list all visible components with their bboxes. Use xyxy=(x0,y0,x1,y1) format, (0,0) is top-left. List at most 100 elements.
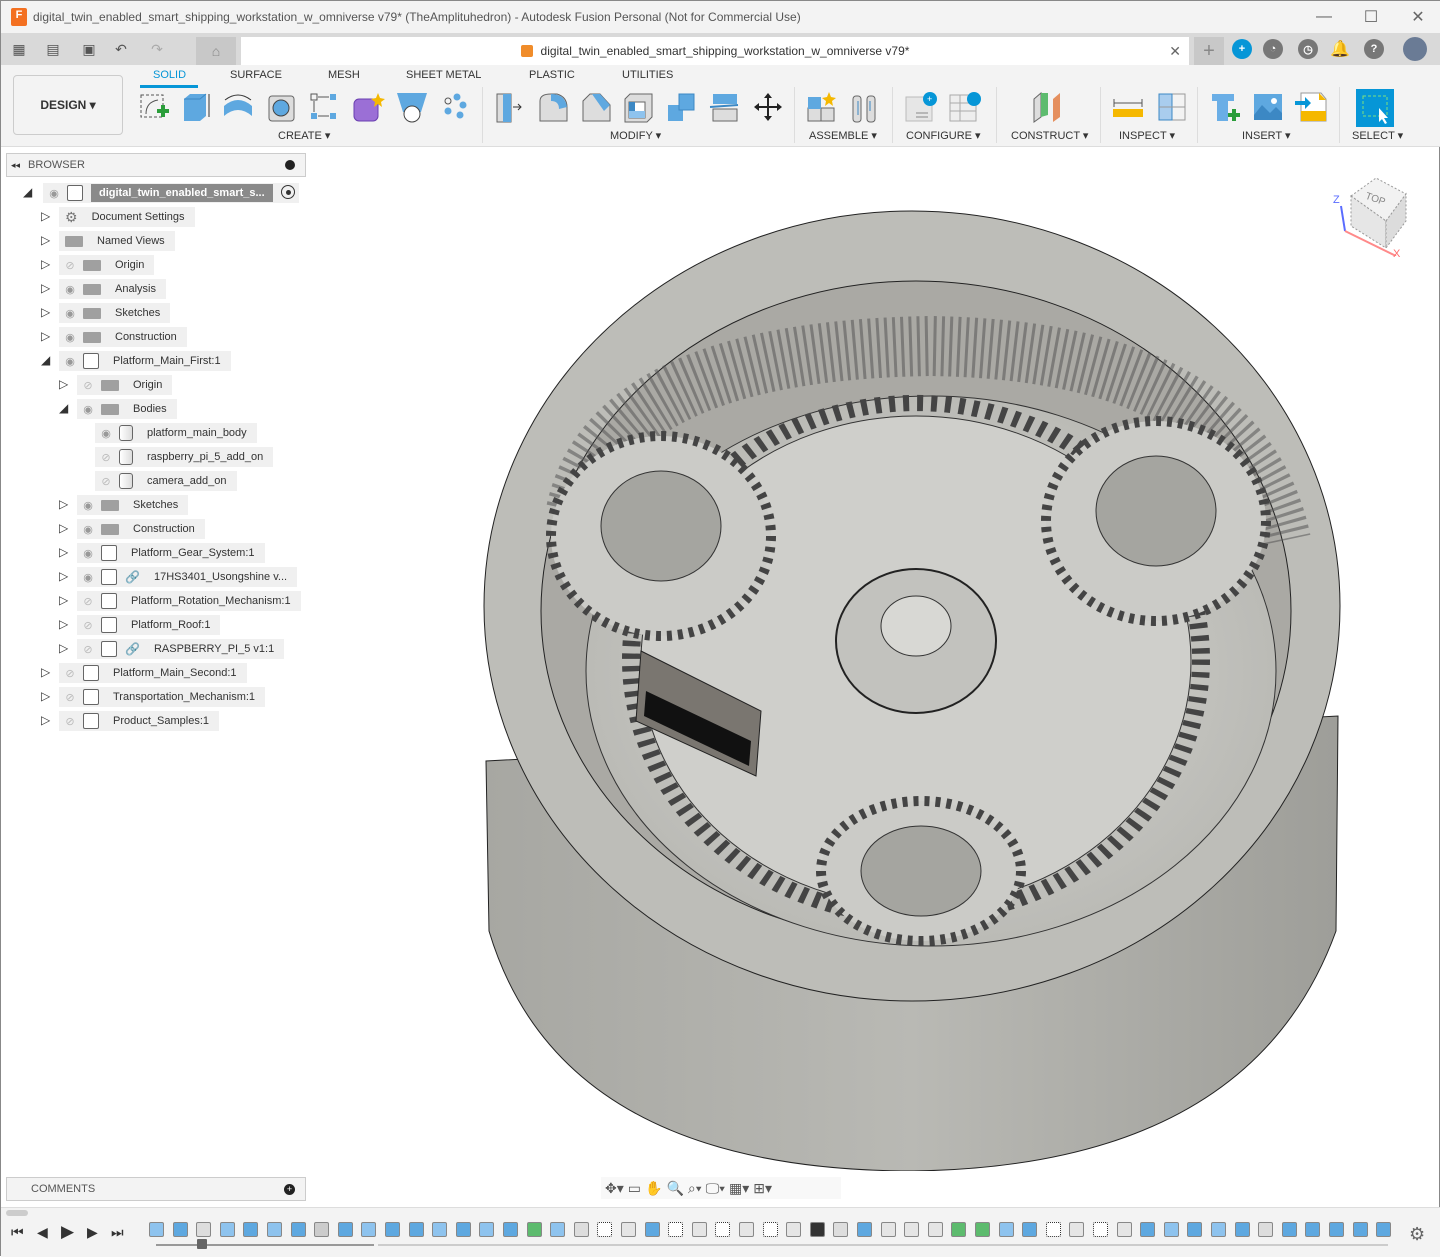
save-icon[interactable]: ▣ xyxy=(77,37,101,61)
timeline-marker[interactable] xyxy=(197,1239,207,1249)
chamfer-icon[interactable] xyxy=(579,89,613,125)
job-status-clock-icon[interactable]: ◷ xyxy=(1298,39,1318,59)
timeline-feature-group-icon[interactable] xyxy=(762,1222,778,1237)
create-sketch-icon[interactable] xyxy=(137,89,171,125)
look-at-icon[interactable]: ▭ xyxy=(628,1180,641,1197)
timeline-feature-plane-flag-icon[interactable] xyxy=(385,1222,400,1237)
joint-icon[interactable] xyxy=(847,89,881,125)
shell-icon[interactable] xyxy=(621,89,655,125)
visibility-eye-icon[interactable]: ◉ xyxy=(81,546,95,560)
expand-triangle-icon[interactable]: ▷ xyxy=(59,569,68,583)
expand-triangle-icon[interactable]: ▷ xyxy=(41,713,50,727)
combine-icon[interactable] xyxy=(664,89,698,125)
collapse-triangle-icon[interactable]: ◢ xyxy=(23,185,32,199)
display-settings-icon[interactable]: 🖵▾ xyxy=(706,1180,725,1197)
undo-icon[interactable]: ↶ xyxy=(109,37,133,61)
timeline-feature-extrude-icon[interactable] xyxy=(1305,1222,1321,1237)
browser-collapse-icon[interactable]: ◂◂ xyxy=(11,160,20,171)
pan-hand-icon[interactable]: ✋ xyxy=(645,1180,662,1197)
hidden-eye-icon[interactable]: ⊘ xyxy=(63,258,77,272)
hidden-eye-icon[interactable]: ⊘ xyxy=(63,714,77,728)
visibility-eye-icon[interactable]: ◉ xyxy=(63,330,77,344)
expand-triangle-icon[interactable]: ▷ xyxy=(41,233,50,247)
visibility-eye-icon[interactable]: ◉ xyxy=(63,354,77,368)
online-status-icon[interactable]: ◔ xyxy=(1263,39,1283,59)
expand-triangle-icon[interactable]: ▷ xyxy=(59,521,68,535)
insert-menu[interactable]: INSERT ▾ xyxy=(1242,129,1291,142)
configure-icon[interactable]: + xyxy=(904,89,938,125)
configuration-table-icon[interactable] xyxy=(948,89,982,125)
rectangular-pattern-icon[interactable] xyxy=(307,89,341,125)
collapse-triangle-icon[interactable]: ◢ xyxy=(41,353,50,367)
tab-plastic[interactable]: PLASTIC xyxy=(529,69,575,81)
expand-triangle-icon[interactable]: ▷ xyxy=(59,377,68,391)
timeline-feature-sketch-icon[interactable] xyxy=(1211,1222,1226,1237)
timeline-feature-comp-icon[interactable] xyxy=(1116,1222,1132,1237)
fit-icon[interactable]: ⌕▾ xyxy=(688,1180,702,1197)
hidden-eye-icon[interactable]: ⊘ xyxy=(63,690,77,704)
assemble-menu[interactable]: ASSEMBLE ▾ xyxy=(809,129,877,142)
expand-triangle-icon[interactable]: ▷ xyxy=(41,257,50,271)
go-to-end-icon[interactable]: ⏭ xyxy=(111,1224,124,1241)
timeline-feature-group-icon[interactable] xyxy=(597,1222,613,1237)
timeline-feature-pattern-icon[interactable] xyxy=(337,1222,353,1237)
select-icon[interactable] xyxy=(1356,89,1394,127)
tab-sheet-metal[interactable]: SHEET METAL xyxy=(406,69,481,81)
timeline-feature-extrude-icon[interactable] xyxy=(1329,1222,1344,1237)
tab-close-icon[interactable]: ✕ xyxy=(1169,43,1181,60)
hidden-eye-icon[interactable]: ⊘ xyxy=(63,666,77,680)
data-panel-grid-icon[interactable]: ▦ xyxy=(7,37,31,61)
measure-icon[interactable] xyxy=(1111,89,1145,125)
press-pull-icon[interactable] xyxy=(493,89,527,125)
timeline-feature-extrude-icon[interactable] xyxy=(1187,1222,1203,1237)
add-comment-icon[interactable]: + xyxy=(284,1183,295,1195)
orbit-icon[interactable]: ✥▾ xyxy=(605,1180,624,1197)
model-viewport[interactable] xyxy=(311,151,1440,1171)
timeline-feature-extrude-icon[interactable] xyxy=(243,1222,259,1237)
split-body-icon[interactable] xyxy=(707,89,741,125)
timeline-feature-comp-icon[interactable] xyxy=(927,1222,943,1237)
timeline-feature-form-icon[interactable] xyxy=(833,1222,849,1237)
timeline-feature-offset-icon[interactable] xyxy=(526,1222,542,1237)
timeline-feature-sketch-icon[interactable] xyxy=(479,1222,495,1237)
step-back-icon[interactable]: ◀ xyxy=(37,1224,48,1241)
tab-solid[interactable]: SOLID xyxy=(153,69,186,81)
timeline-feature-group-icon[interactable] xyxy=(715,1222,731,1237)
timeline-feature-comp-icon[interactable] xyxy=(691,1222,707,1237)
timeline-feature-revolve-icon[interactable] xyxy=(1022,1222,1038,1237)
timeline-feature-comp-icon[interactable] xyxy=(904,1222,920,1237)
maximize-button[interactable]: ☐ xyxy=(1348,1,1394,33)
minimize-button[interactable]: — xyxy=(1301,1,1347,33)
document-tab[interactable]: digital_twin_enabled_smart_shipping_work… xyxy=(241,37,1189,65)
timeline-feature-flag-icon[interactable] xyxy=(644,1222,660,1237)
grid-snaps-icon[interactable]: ▦▾ xyxy=(729,1180,749,1197)
timeline-feature-sketch-icon[interactable] xyxy=(998,1222,1014,1237)
timeline-feature-offset-icon[interactable] xyxy=(951,1222,967,1237)
hidden-eye-icon[interactable]: ⊘ xyxy=(99,450,113,464)
redo-icon[interactable]: ↷ xyxy=(145,37,169,61)
timeline-feature-form-icon[interactable] xyxy=(573,1222,589,1237)
section-analysis-icon[interactable] xyxy=(1153,89,1187,125)
activate-radio-icon[interactable] xyxy=(281,185,295,199)
timeline-feature-flag-icon[interactable] xyxy=(1140,1222,1156,1237)
select-menu[interactable]: SELECT ▾ xyxy=(1352,129,1403,142)
construct-menu[interactable]: CONSTRUCT ▾ xyxy=(1011,129,1088,142)
timeline-feature-extrude-icon[interactable] xyxy=(455,1222,471,1237)
offset-plane-icon[interactable] xyxy=(1031,89,1065,125)
expand-triangle-icon[interactable]: ▷ xyxy=(41,281,50,295)
timeline-feature-comp-icon[interactable] xyxy=(621,1222,636,1237)
step-forward-icon[interactable]: ▶ xyxy=(87,1224,98,1241)
expand-triangle-icon[interactable]: ▷ xyxy=(59,545,68,559)
timeline-feature-sketch-icon[interactable] xyxy=(361,1222,377,1237)
timeline-feature-extrude-icon[interactable] xyxy=(1234,1222,1250,1237)
expand-triangle-icon[interactable]: ▷ xyxy=(59,641,68,655)
visibility-eye-icon[interactable]: ◉ xyxy=(81,402,95,416)
insert-svg-icon[interactable] xyxy=(1293,89,1327,125)
expand-triangle-icon[interactable]: ▷ xyxy=(41,689,50,703)
expand-triangle-icon[interactable]: ▷ xyxy=(41,665,50,679)
browser-pin-icon[interactable] xyxy=(285,160,295,170)
timeline-feature-comp-icon[interactable] xyxy=(1069,1222,1085,1237)
new-component-icon[interactable] xyxy=(804,89,838,125)
expand-triangle-icon[interactable]: ▷ xyxy=(41,329,50,343)
hole-icon[interactable] xyxy=(265,89,299,125)
